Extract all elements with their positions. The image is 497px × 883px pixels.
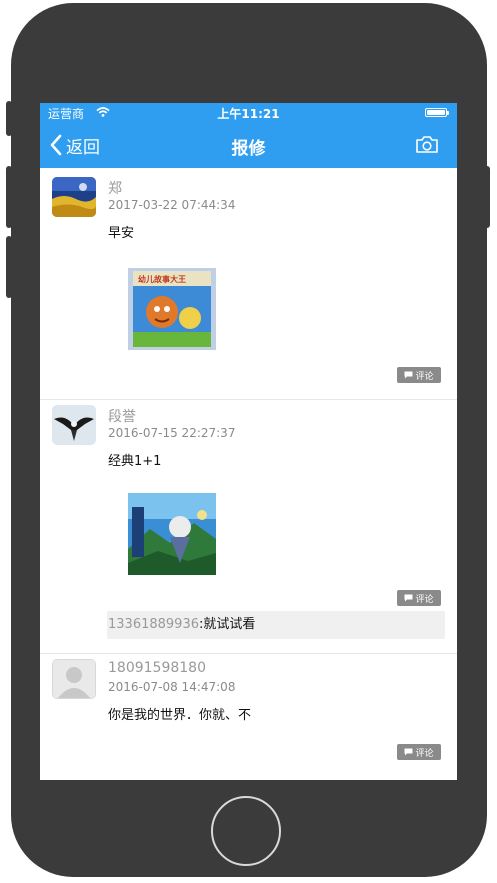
post-timestamp: 2016-07-15 22:27:37 bbox=[108, 426, 236, 440]
battery-icon bbox=[425, 108, 449, 117]
comment-label: 评论 bbox=[415, 371, 434, 382]
post-text: 早安 bbox=[108, 226, 135, 241]
default-avatar-icon[interactable] bbox=[52, 659, 96, 699]
camera-icon[interactable] bbox=[415, 135, 439, 154]
post-item: 18091598180 2016-07-08 14:47:08 你是我的世界．你… bbox=[40, 654, 457, 780]
comment-button[interactable]: 评论 bbox=[397, 590, 441, 606]
post-timestamp: 2016-07-08 14:47:08 bbox=[108, 680, 236, 694]
post-timestamp: 2017-03-22 07:44:34 bbox=[108, 198, 236, 212]
post-author: 18091598180 bbox=[108, 660, 206, 676]
status-time: 上午11:21 bbox=[217, 107, 280, 121]
comment-user[interactable]: 13361889936 bbox=[108, 617, 199, 632]
power-button bbox=[484, 166, 490, 228]
navigation-bar: 返回 报修 bbox=[40, 122, 457, 168]
post-item: 郑 2017-03-22 07:44:34 早安 幼儿故事大王 评论 bbox=[40, 172, 457, 400]
comment-icon bbox=[404, 748, 413, 756]
post-text: 你是我的世界．你就、不 bbox=[108, 708, 252, 723]
comment-icon bbox=[404, 594, 413, 602]
volume-down-button bbox=[6, 236, 12, 298]
post-author: 段誉 bbox=[108, 409, 136, 425]
home-button[interactable] bbox=[211, 796, 281, 866]
post-author: 郑 bbox=[108, 181, 122, 197]
comment-label: 评论 bbox=[415, 748, 434, 759]
back-chevron-icon bbox=[50, 134, 62, 156]
post-image[interactable]: 幼儿故事大王 bbox=[128, 268, 216, 350]
back-label: 返回 bbox=[66, 137, 100, 158]
post-item: 段誉 2016-07-15 22:27:37 经典1+1 评论 13361889… bbox=[40, 400, 457, 654]
avatar[interactable] bbox=[52, 177, 96, 217]
comment-item: 13361889936:就试试看 bbox=[107, 611, 445, 639]
comment-button[interactable]: 评论 bbox=[397, 367, 441, 383]
avatar[interactable] bbox=[52, 405, 96, 445]
page-title: 报修 bbox=[231, 139, 266, 159]
volume-up-button bbox=[6, 166, 12, 228]
book-cover-title: 幼儿故事大王 bbox=[138, 274, 186, 284]
back-button[interactable]: 返回 bbox=[50, 133, 100, 158]
comment-text: :就试试看 bbox=[198, 617, 256, 632]
comment-label: 评论 bbox=[415, 594, 434, 605]
app-screen: 运营商 上午11:21 返回 报修 郑 2017-03-22 07:44:34 … bbox=[40, 103, 457, 780]
post-image[interactable] bbox=[128, 493, 216, 575]
comment-button[interactable]: 评论 bbox=[397, 744, 441, 760]
mute-switch bbox=[6, 101, 12, 136]
comment-icon bbox=[404, 371, 413, 379]
status-bar: 运营商 上午11:21 bbox=[40, 103, 457, 122]
post-text: 经典1+1 bbox=[108, 454, 162, 469]
